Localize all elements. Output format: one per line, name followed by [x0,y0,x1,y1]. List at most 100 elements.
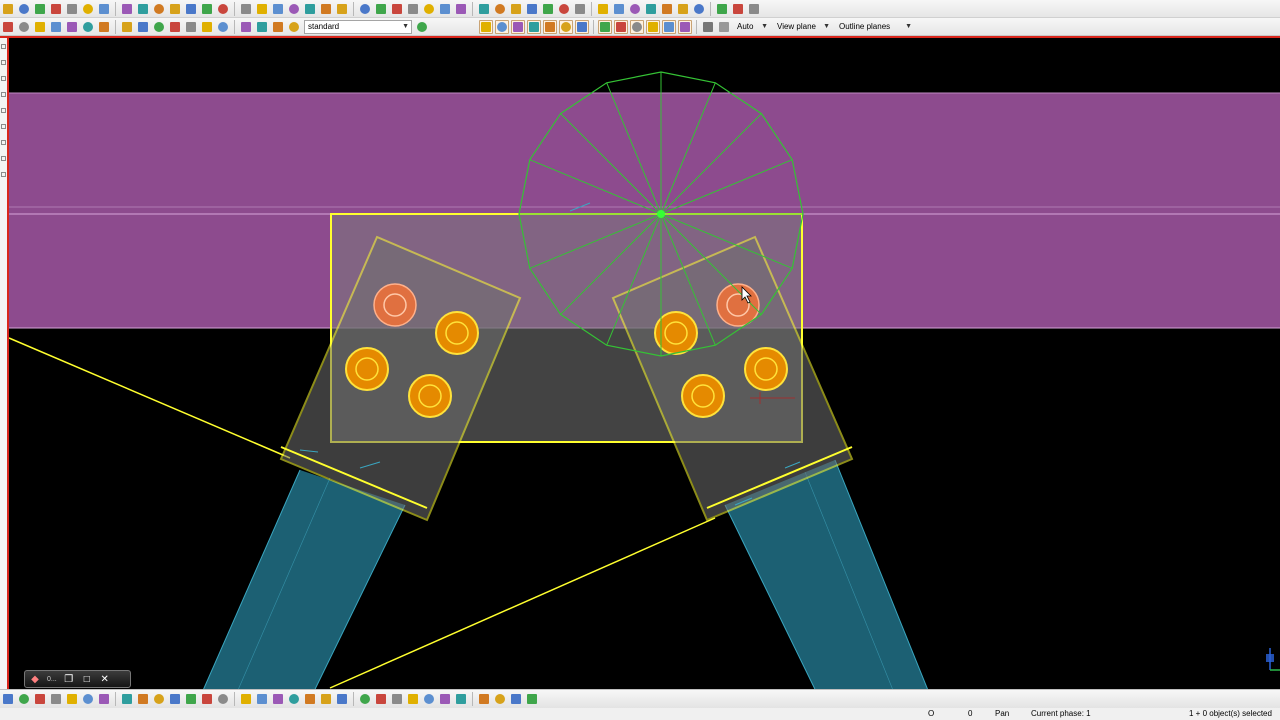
snap-plane-icon[interactable] [662,19,676,34]
line-cut-icon[interactable] [239,692,253,706]
render-icon[interactable] [701,20,715,34]
snap-override-icon[interactable] [630,19,644,34]
beam-icon[interactable] [1,692,15,706]
brace-left[interactable] [190,469,406,689]
render-options-icon[interactable] [717,20,731,34]
bolt-icon[interactable] [168,692,182,706]
part-cut-icon[interactable] [271,692,285,706]
bolt[interactable] [744,347,788,391]
select-grid-icon[interactable] [65,20,79,34]
chamfer-icon[interactable] [200,692,214,706]
column-icon[interactable] [509,2,523,16]
zoom-all-icon[interactable] [255,2,269,16]
component-icon[interactable] [628,2,642,16]
construction-line-left[interactable] [9,337,291,459]
zoom-window-icon[interactable] [239,2,253,16]
part-icon[interactable] [541,2,555,16]
select-component-icon[interactable] [120,20,134,34]
panel-icon[interactable] [152,692,166,706]
select-all-icon[interactable] [1,20,15,34]
redo-icon[interactable] [81,2,95,16]
cut-icon[interactable] [438,2,452,16]
pan-icon[interactable] [271,2,285,16]
component-icon[interactable] [390,692,404,706]
check-icon[interactable] [509,692,523,706]
snap-ortho-icon[interactable] [646,19,660,34]
clip-plane-icon[interactable] [477,692,491,706]
weld-icon[interactable] [454,2,468,16]
surface-treatment-icon[interactable] [374,692,388,706]
phase-icon[interactable] [715,2,729,16]
bolt-icon[interactable] [477,2,491,16]
select-assembly-icon[interactable] [136,20,150,34]
fly-icon[interactable] [303,2,317,16]
side-tab-icon[interactable] [1,108,6,113]
rebar-icon[interactable] [319,692,333,706]
select-bolt-icon[interactable] [97,20,111,34]
select-object-icon[interactable] [255,20,269,34]
select-weld-icon[interactable] [81,20,95,34]
snap-center-icon[interactable] [511,19,525,34]
side-tab-icon[interactable] [1,60,6,65]
snap-perpendicular-icon[interactable] [559,19,573,34]
model-canvas[interactable] [9,38,1280,689]
rotate-icon[interactable] [136,2,150,16]
side-tab-icon[interactable] [1,156,6,161]
select-part-icon[interactable] [17,20,31,34]
side-tab-icon[interactable] [1,92,6,97]
numbering-icon[interactable] [573,2,587,16]
select-switch-icon[interactable] [415,20,429,34]
slab-icon[interactable] [120,692,134,706]
select-detail-icon[interactable] [216,20,230,34]
weld-icon[interactable] [184,692,198,706]
remove-from-assembly-icon[interactable] [303,692,317,706]
maximize-icon[interactable]: □ [81,673,93,685]
origin-point[interactable] [657,210,665,218]
auto-combo[interactable]: Auto ▼ [734,20,770,34]
beam-icon[interactable] [493,2,507,16]
add-to-assembly-icon[interactable] [287,692,301,706]
model-viewport[interactable] [9,38,1280,689]
assembly-icon[interactable] [557,2,571,16]
plate-icon[interactable] [33,692,47,706]
text-icon[interactable] [422,2,436,16]
new-icon[interactable] [1,2,15,16]
inquire-icon[interactable] [660,2,674,16]
measure-icon[interactable] [390,2,404,16]
outline-planes-combo[interactable]: Outline planes ▼ [836,20,914,34]
snap-free-icon[interactable] [614,19,628,34]
delete-icon[interactable] [184,2,198,16]
floating-mini-window[interactable]: ◆ 0... ❐ □ ✕ [24,670,131,688]
select-reference-icon[interactable] [200,20,214,34]
select-line-icon[interactable] [184,20,198,34]
status-phase[interactable]: Current phase: 1 [1031,708,1091,720]
strip-footing-icon[interactable] [97,692,111,706]
standard-combo[interactable]: standard ▼ [304,19,412,34]
side-tab-icon[interactable] [1,44,6,49]
connection-symbol[interactable] [518,71,804,357]
clip-plane-icon[interactable] [319,2,333,16]
filter-icon[interactable] [692,2,706,16]
more-icon[interactable] [747,2,761,16]
select-connection-icon[interactable] [239,20,253,34]
snap-depth-icon[interactable] [678,19,692,34]
open-icon[interactable] [17,2,31,16]
view-icon[interactable] [216,2,230,16]
bolt[interactable] [408,374,452,418]
select-filter-icon[interactable] [271,20,285,34]
fitting-icon[interactable] [216,692,230,706]
create-view-icon[interactable] [454,692,468,706]
mesh-icon[interactable] [335,692,349,706]
polygon-cut-icon[interactable] [255,692,269,706]
connection-icon[interactable] [438,692,452,706]
close-icon[interactable]: ✕ [99,673,111,685]
properties-icon[interactable] [676,2,690,16]
undo-icon[interactable] [65,2,79,16]
snap-line-icon[interactable] [575,19,589,34]
construction-line-right[interactable] [329,517,716,689]
detail-icon[interactable] [406,692,420,706]
select-icon[interactable] [200,2,214,16]
lock-icon[interactable] [731,2,745,16]
snap-nearest-icon[interactable] [598,19,612,34]
side-tab-icon[interactable] [1,124,6,129]
